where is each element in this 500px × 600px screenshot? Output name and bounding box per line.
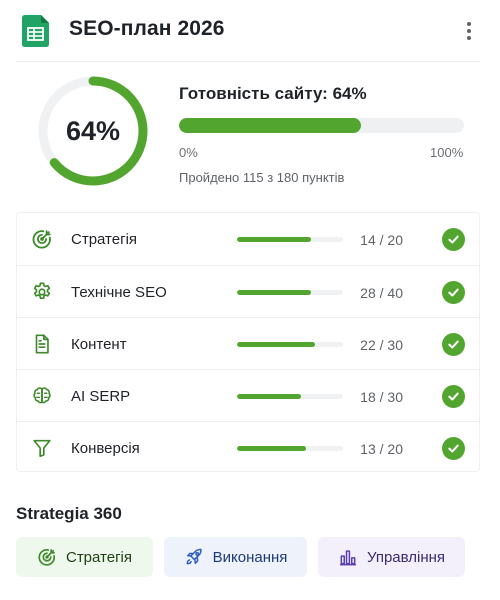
scale-max-label: 100% [430,145,464,160]
brain-icon [33,387,51,404]
list-item-count: 22 / 30 [360,337,403,353]
management-button-label: Управління [366,548,446,566]
list-item-progress [237,446,343,451]
list-item-count: 14 / 20 [360,232,403,248]
section-title: Strategia 360 [16,504,122,523]
readiness-bar [179,118,464,133]
list-item-progress-fill [237,237,312,242]
target-icon [32,230,51,249]
list-item-progress-fill [237,342,315,347]
management-button[interactable]: Управління [318,537,465,577]
check-icon[interactable] [442,281,465,304]
bar-chart-icon [340,550,356,566]
list-item-progress-fill [237,394,301,399]
list-item-label: Контент [71,336,127,353]
list-item-count: 18 / 30 [360,389,403,405]
category-list: Стратегія 14 / 20 Технічне SEO 28 / 40 К… [16,212,480,472]
list-item-count: 28 / 40 [360,285,403,301]
strategy-button[interactable]: Стратегія [16,537,153,577]
list-item-count: 13 / 20 [360,441,403,457]
list-item-technical-seo[interactable]: Технічне SEO 28 / 40 [17,265,479,317]
list-item-label: Технічне SEO [71,284,167,301]
list-item-progress [237,290,343,295]
kebab-dot [467,36,471,40]
gear-icon [33,282,51,300]
kebab-menu-icon[interactable] [458,18,480,44]
readiness-title: Готовність сайту: 64% [179,84,367,103]
list-item-label: AI SERP [71,388,131,405]
list-item-label: Конверсія [71,440,140,457]
app-header: SEO-план 2026 [0,0,500,60]
list-item-progress-fill [237,446,306,451]
funnel-icon [33,439,51,458]
list-item-ai-serp[interactable]: AI SERP 18 / 30 [17,369,479,421]
list-item-progress [237,237,343,242]
list-item-progress [237,394,343,399]
check-icon[interactable] [442,437,465,460]
list-item-progress-fill [237,290,312,295]
strategy-button-label: Стратегія [65,548,133,566]
list-item-conversion[interactable]: Конверсія 13 / 20 [17,421,479,473]
list-item-label: Стратегія [71,231,138,248]
app-title: SEO-план 2026 [69,17,225,40]
scale-min-label: 0% [179,145,198,160]
check-icon[interactable] [442,385,465,408]
kebab-dot [467,22,471,26]
check-icon[interactable] [442,228,465,251]
list-item-strategy[interactable]: Стратегія 14 / 20 [17,213,479,265]
execution-button-label: Виконання [212,548,288,566]
list-item-progress [237,342,343,347]
execution-button[interactable]: Виконання [164,537,307,577]
spreadsheet-icon [22,15,49,47]
check-icon[interactable] [442,333,465,356]
kebab-dot [467,29,471,33]
target-icon [38,549,56,566]
progress-percent: 64% [65,115,121,146]
header-divider [16,61,480,62]
passed-count-text: Пройдено 115 з 180 пунктів [179,170,345,185]
document-icon [35,334,49,354]
list-item-content[interactable]: Контент 22 / 30 [17,317,479,369]
rocket-icon [186,548,202,565]
readiness-bar-fill [179,118,362,133]
